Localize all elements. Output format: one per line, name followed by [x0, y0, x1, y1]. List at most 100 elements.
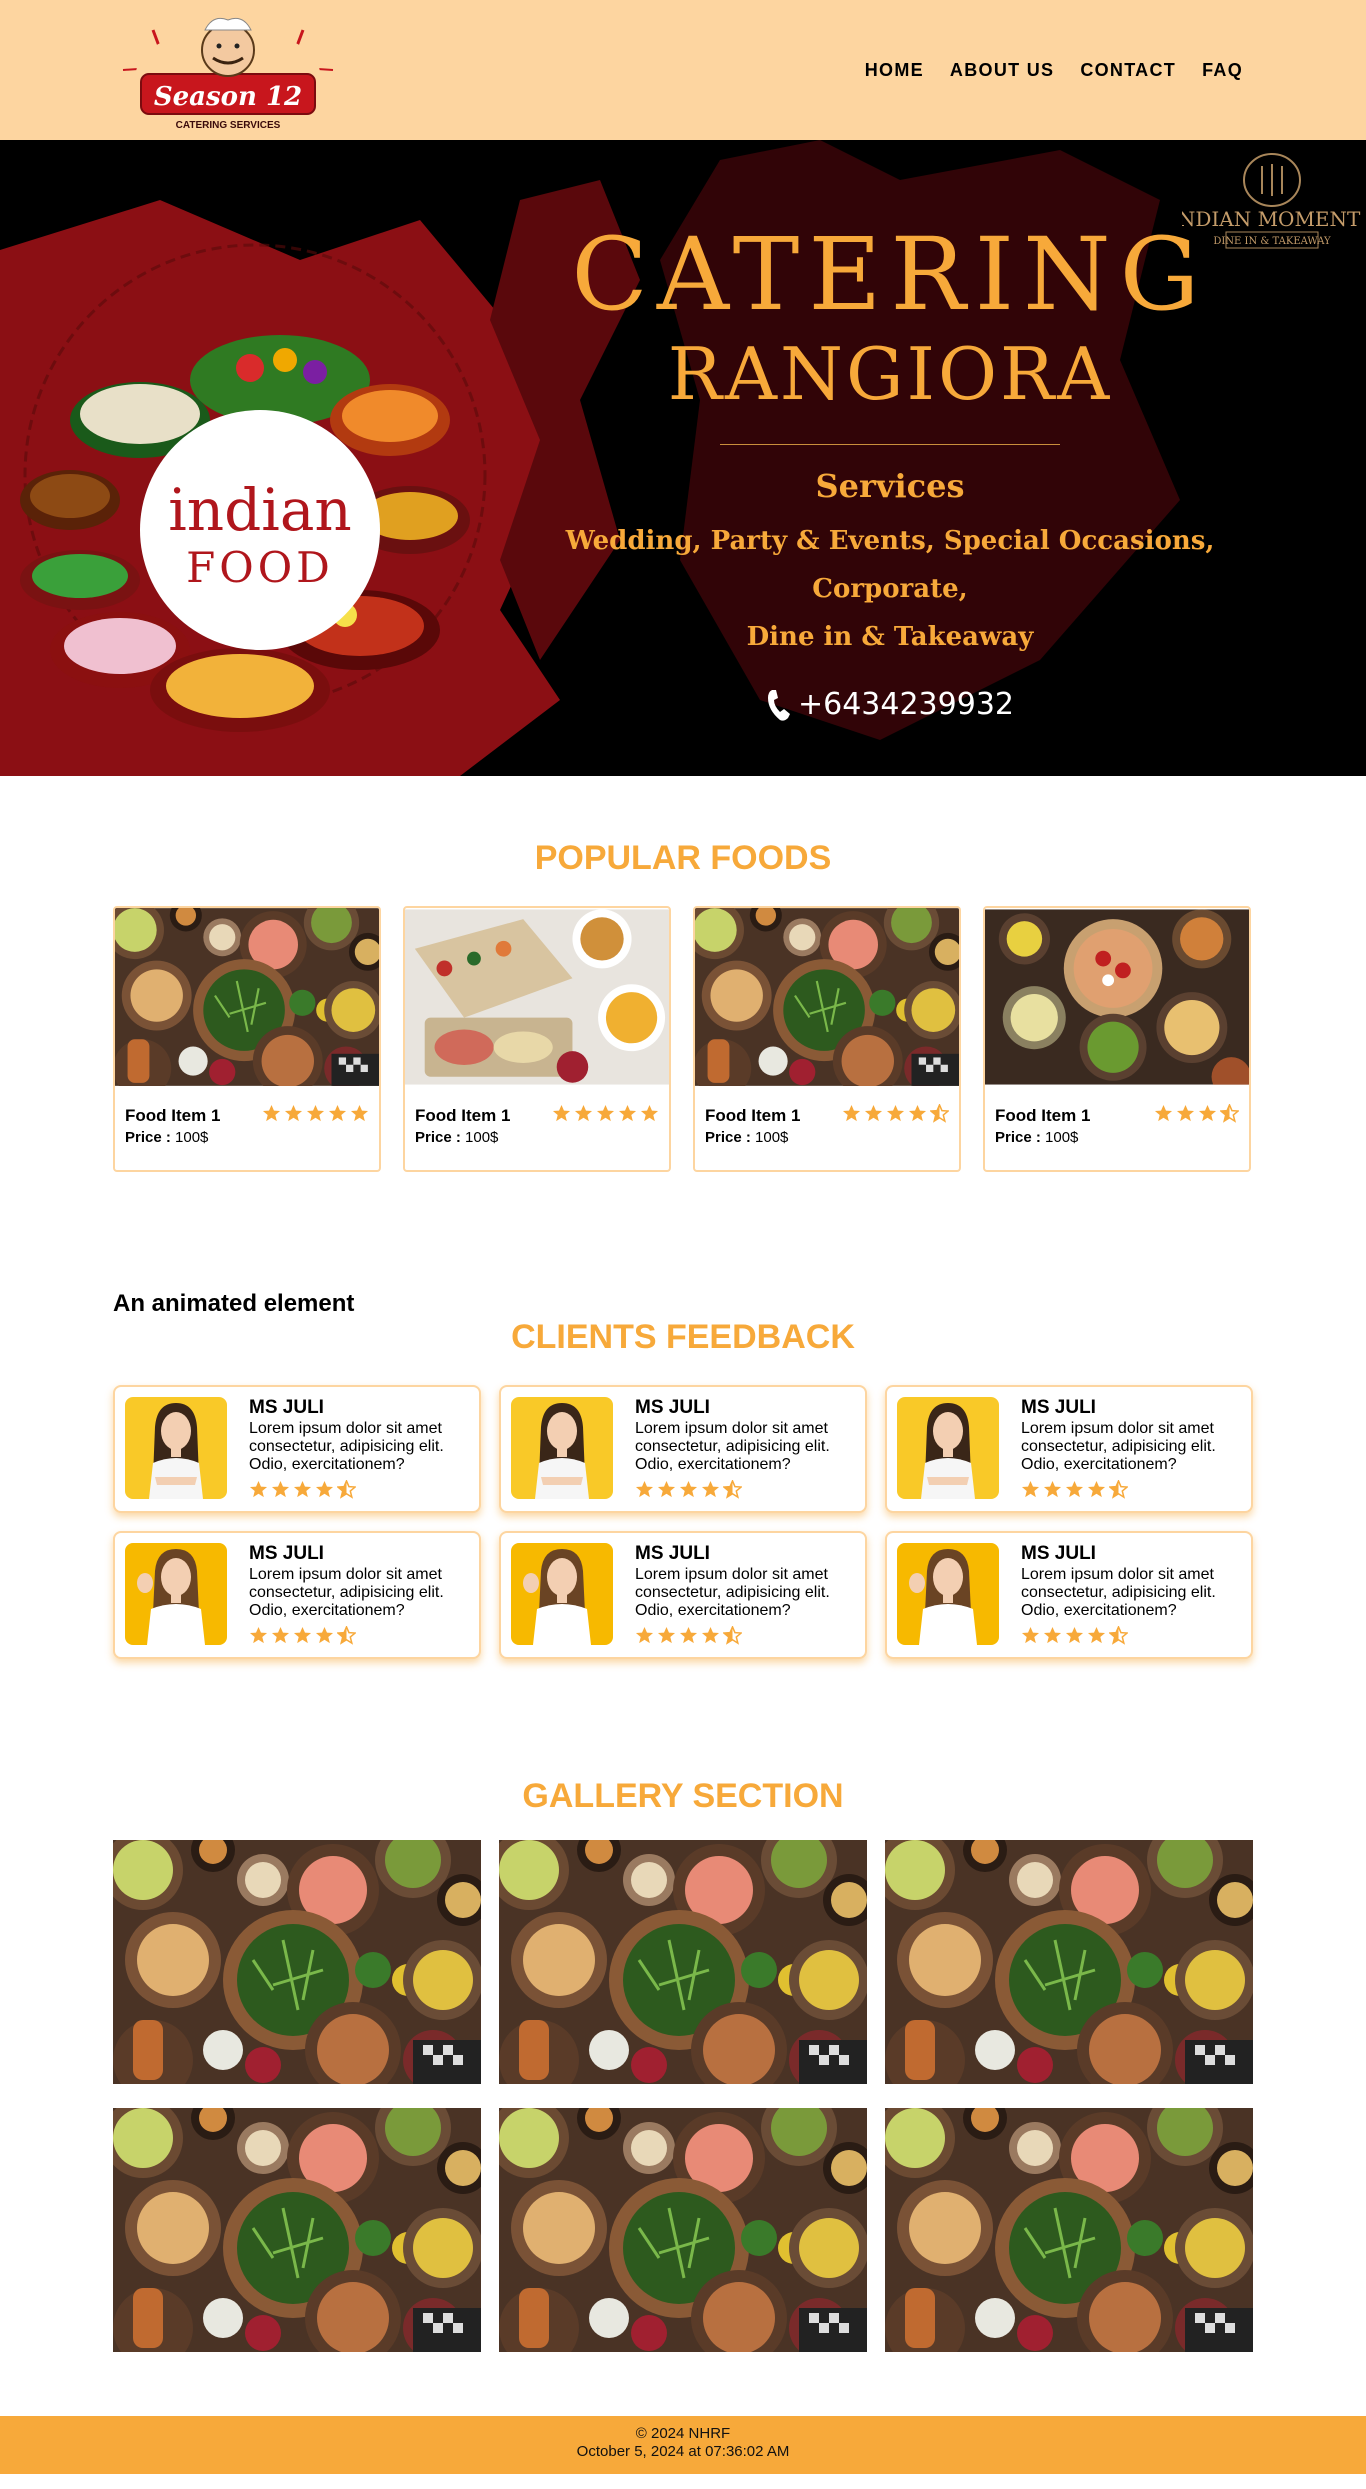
star-full-icon — [701, 1626, 720, 1645]
star-rating — [1021, 1480, 1241, 1499]
nav-contact[interactable]: CONTACT — [1080, 60, 1176, 81]
star-full-icon — [679, 1626, 698, 1645]
client-review: Lorem ipsum dolor sit amet consectetur, … — [635, 1566, 830, 1619]
avatar — [897, 1397, 999, 1499]
star-full-icon — [1021, 1626, 1040, 1645]
feedback-card: MS JULI Lorem ipsum dolor sit amet consec… — [499, 1385, 867, 1513]
star-full-icon — [635, 1480, 654, 1499]
footer-copyright: © 2024 NHRF — [635, 2425, 731, 2442]
star-full-icon — [908, 1104, 927, 1123]
feedback-card: MS JULI Lorem ipsum dolor sit amet consec… — [885, 1385, 1253, 1513]
client-review: Lorem ipsum dolor sit amet consectetur, … — [249, 1566, 444, 1619]
gallery-section: GALLERY SECTION — [113, 1777, 1253, 2352]
star-full-icon — [350, 1104, 369, 1123]
gallery-image[interactable] — [499, 2108, 867, 2352]
nav-about-us[interactable]: ABOUT US — [950, 60, 1054, 81]
feedback-card: MS JULI Lorem ipsum dolor sit amet consec… — [499, 1531, 867, 1659]
corner-logo-title: INDIAN MOMENTS — [1182, 207, 1362, 231]
popular-foods-section: POPULAR FOODS Food Item 1 Price : 100$ F… — [113, 776, 1253, 1172]
star-full-icon — [1176, 1104, 1195, 1123]
price-value: 100$ — [175, 1129, 209, 1146]
star-full-icon — [293, 1626, 312, 1645]
client-review: Lorem ipsum dolor sit amet consectetur, … — [249, 1420, 444, 1473]
star-half-icon — [723, 1480, 742, 1499]
star-rating — [635, 1480, 855, 1499]
nav-home[interactable]: HOME — [865, 60, 924, 81]
star-rating — [1021, 1626, 1241, 1645]
feedback-section: An animated element CLIENTS FEEDBACK MS … — [113, 1290, 1253, 1659]
food-info: Food Item 1 Price : 100$ — [405, 1086, 669, 1146]
star-full-icon — [1043, 1480, 1062, 1499]
badge-line1: indian — [168, 476, 352, 544]
footer-timestamp: October 5, 2024 at 07:36:02 AM — [576, 2443, 790, 2460]
star-full-icon — [1065, 1480, 1084, 1499]
food-card[interactable]: Food Item 1 Price : 100$ — [693, 906, 961, 1172]
phone-number: +6434239932 — [797, 687, 1014, 722]
star-full-icon — [1087, 1480, 1106, 1499]
food-grid: Food Item 1 Price : 100$ Food Item 1 Pri… — [113, 906, 1253, 1172]
navbar: Season 12 CATERING SERVICES HOME ABOUT U… — [0, 0, 1366, 140]
client-name: MS JULI — [249, 1543, 324, 1564]
client-name: MS JULI — [249, 1397, 324, 1418]
price-label: Price : — [125, 1129, 171, 1146]
food-info: Food Item 1 Price : 100$ — [115, 1086, 379, 1146]
corner-logo-sub: DINE IN & TAKEAWAY — [1213, 236, 1331, 247]
gallery-image[interactable] — [113, 1840, 481, 2084]
feedback-title: CLIENTS FEEDBACK — [511, 1318, 855, 1356]
hero-text-block: CATERING RANGIORA Services Wedding, Part… — [520, 216, 1260, 723]
avatar — [511, 1543, 613, 1645]
star-full-icon — [1198, 1104, 1217, 1123]
client-name: MS JULI — [635, 1397, 710, 1418]
star-full-icon — [306, 1104, 325, 1123]
price-value: 100$ — [755, 1129, 789, 1146]
star-full-icon — [271, 1626, 290, 1645]
client-review: Lorem ipsum dolor sit amet consectetur, … — [1021, 1566, 1216, 1619]
logo-tagline: CATERING SERVICES — [176, 120, 281, 130]
client-review: Lorem ipsum dolor sit amet consectetur, … — [635, 1420, 830, 1473]
food-card[interactable]: Food Item 1 Price : 100$ — [113, 906, 381, 1172]
price-label: Price : — [415, 1129, 461, 1146]
star-rating — [249, 1480, 469, 1499]
logo-text: Season 12 — [154, 82, 302, 112]
star-full-icon — [552, 1104, 571, 1123]
star-full-icon — [635, 1626, 654, 1645]
star-half-icon — [723, 1626, 742, 1645]
feedback-body: MS JULI Lorem ipsum dolor sit amet consec… — [1021, 1543, 1241, 1647]
brand-logo[interactable]: Season 12 CATERING SERVICES — [113, 10, 343, 131]
food-price: Price : 100$ — [415, 1129, 659, 1146]
food-image — [115, 908, 379, 1086]
gallery-image[interactable] — [499, 1840, 867, 2084]
star-rating — [249, 1626, 469, 1645]
nav-faq[interactable]: FAQ — [1202, 60, 1243, 81]
hero-phone[interactable]: +6434239932 — [520, 687, 1260, 722]
star-full-icon — [1043, 1626, 1062, 1645]
gallery-image[interactable] — [885, 2108, 1253, 2352]
animated-element: An animated element — [113, 1290, 355, 1317]
avatar — [125, 1397, 227, 1499]
client-name: MS JULI — [635, 1543, 710, 1564]
gallery-image[interactable] — [885, 1840, 1253, 2084]
star-full-icon — [271, 1480, 290, 1499]
indian-moments-logo[interactable]: INDIAN MOMENTS DINE IN & TAKEAWAY — [1170, 144, 1366, 264]
star-full-icon — [618, 1104, 637, 1123]
star-half-icon — [1220, 1104, 1239, 1123]
hero-title: CATERING — [571, 216, 1209, 333]
phone-icon — [767, 689, 790, 721]
hero-divider — [720, 444, 1060, 445]
client-name: MS JULI — [1021, 1397, 1096, 1418]
star-rating — [842, 1104, 949, 1123]
star-rating — [262, 1104, 369, 1123]
star-half-icon — [1109, 1626, 1128, 1645]
feedback-body: MS JULI Lorem ipsum dolor sit amet consec… — [249, 1397, 469, 1501]
gallery-image[interactable] — [113, 2108, 481, 2352]
feedback-body: MS JULI Lorem ipsum dolor sit amet consec… — [1021, 1397, 1241, 1501]
food-price: Price : 100$ — [125, 1129, 369, 1146]
food-card[interactable]: Food Item 1 Price : 100$ — [983, 906, 1251, 1172]
star-full-icon — [701, 1480, 720, 1499]
star-full-icon — [328, 1104, 347, 1123]
avatar — [897, 1543, 999, 1645]
star-full-icon — [249, 1626, 268, 1645]
food-card[interactable]: Food Item 1 Price : 100$ — [403, 906, 671, 1172]
price-label: Price : — [995, 1129, 1041, 1146]
star-full-icon — [574, 1104, 593, 1123]
